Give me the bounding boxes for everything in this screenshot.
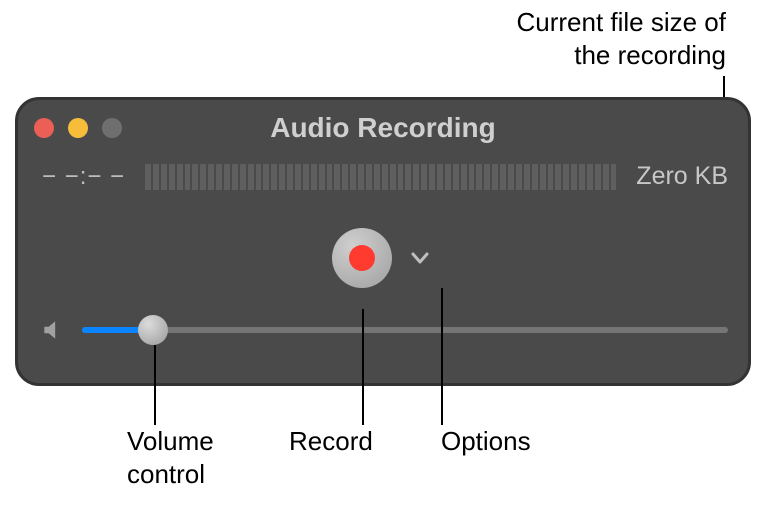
- leader-volume: [154, 345, 156, 425]
- callout-record: Record: [289, 425, 373, 458]
- callout-options: Options: [441, 425, 531, 458]
- record-icon: [349, 245, 375, 271]
- filesize-label: Zero KB: [636, 162, 728, 191]
- elapsed-time: − −:− −: [42, 163, 125, 191]
- level-meter: [145, 164, 616, 190]
- volume-slider[interactable]: [82, 315, 728, 345]
- titlebar: Audio Recording: [18, 100, 748, 156]
- window-title: Audio Recording: [18, 112, 748, 144]
- slider-track: [82, 327, 728, 333]
- callout-filesize: Current file size of the recording: [516, 6, 726, 71]
- leader-record: [362, 309, 364, 425]
- controls-row: [18, 223, 748, 293]
- chevron-down-icon: [408, 246, 432, 270]
- minimize-icon[interactable]: [68, 118, 88, 138]
- volume-low-icon: [40, 317, 66, 343]
- leader-options: [441, 288, 443, 425]
- close-icon[interactable]: [34, 118, 54, 138]
- traffic-lights: [34, 118, 122, 138]
- callout-volume: Volume control: [127, 425, 214, 490]
- record-button[interactable]: [332, 228, 392, 288]
- slider-thumb[interactable]: [138, 315, 168, 345]
- volume-row: [18, 293, 748, 345]
- info-row: − −:− − Zero KB: [18, 156, 748, 197]
- audio-recording-window: Audio Recording − −:− − Zero KB: [15, 97, 751, 386]
- options-button[interactable]: [406, 244, 434, 272]
- zoom-icon: [102, 118, 122, 138]
